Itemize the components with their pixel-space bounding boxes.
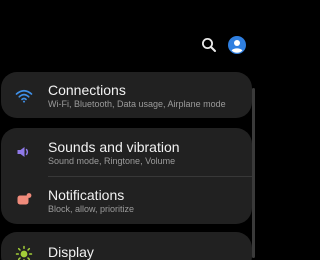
settings-card-display: Display	[1, 232, 252, 260]
speaker-icon	[14, 142, 34, 162]
settings-item-sounds-and-vibration[interactable]: Sounds and vibration Sound mode, Rington…	[1, 128, 252, 176]
scrollbar[interactable]	[252, 88, 255, 258]
settings-card-connections: Connections Wi-Fi, Bluetooth, Data usage…	[1, 72, 252, 118]
settings-item-display[interactable]: Display	[1, 232, 252, 260]
settings-item-title: Notifications	[48, 187, 125, 203]
settings-item-connections[interactable]: Connections Wi-Fi, Bluetooth, Data usage…	[1, 72, 252, 118]
settings-item-notifications[interactable]: Notifications Block, allow, prioritize	[1, 177, 252, 224]
notifications-icon	[14, 190, 34, 210]
brightness-icon	[14, 244, 34, 260]
settings-item-subtitle: Wi-Fi, Bluetooth, Data usage, Airplane m…	[48, 99, 226, 109]
settings-item-subtitle: Sound mode, Ringtone, Volume	[48, 156, 176, 166]
wifi-icon	[14, 86, 34, 106]
settings-card-sounds-notifications: Sounds and vibration Sound mode, Rington…	[1, 128, 252, 224]
settings-item-subtitle: Block, allow, prioritize	[48, 204, 135, 214]
search-button[interactable]	[200, 36, 218, 54]
search-icon	[202, 38, 216, 52]
settings-screen: Connections Wi-Fi, Bluetooth, Data usage…	[0, 0, 260, 260]
account-icon	[228, 36, 246, 54]
settings-item-title: Connections	[48, 82, 126, 98]
account-button[interactable]	[228, 36, 246, 54]
settings-item-title: Display	[48, 244, 94, 260]
top-bar	[0, 0, 260, 64]
settings-item-title: Sounds and vibration	[48, 139, 180, 155]
